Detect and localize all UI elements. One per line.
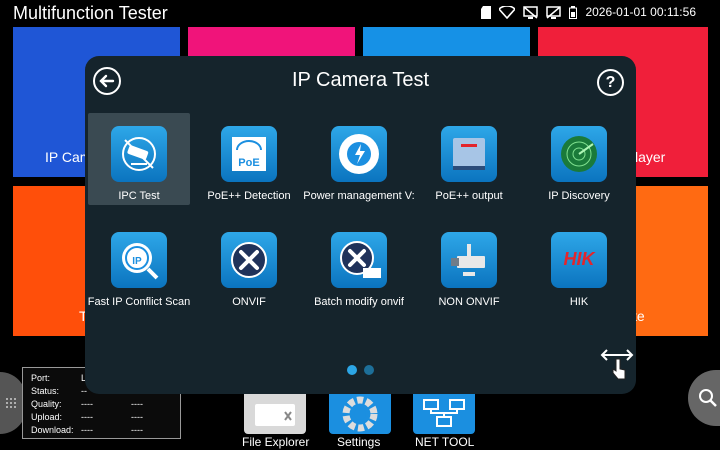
grip-icon bbox=[6, 398, 16, 408]
info-value-2: ---- bbox=[131, 412, 143, 422]
dock-net-tool[interactable] bbox=[413, 388, 475, 434]
hik-logo-icon: HIK bbox=[551, 232, 607, 288]
ip-camera-test-dialog: IP Camera Test ? IPC Test PoE PoE++ Dete… bbox=[85, 56, 636, 394]
poe-output-icon bbox=[441, 126, 497, 182]
dock-net-tool-label: NET TOOL bbox=[415, 435, 475, 449]
info-label: Download: bbox=[31, 425, 74, 435]
info-label: Port: bbox=[31, 373, 51, 383]
pointer-hand-icon bbox=[612, 358, 626, 380]
floating-search-button[interactable] bbox=[688, 370, 720, 426]
svg-text:PoE: PoE bbox=[238, 157, 259, 169]
menu-item-hik[interactable]: HIK HIK bbox=[528, 219, 630, 311]
poe-meter-icon: PoE bbox=[221, 126, 277, 182]
tile-label: layer bbox=[635, 149, 666, 165]
menu-item-label: PoE++ output bbox=[435, 190, 503, 202]
wifi-icon bbox=[499, 5, 516, 19]
menu-item-onvif[interactable]: ONVIF bbox=[198, 219, 300, 311]
radar-icon bbox=[551, 126, 607, 182]
cctv-camera-icon bbox=[111, 126, 167, 182]
dock-file-explorer[interactable] bbox=[244, 388, 306, 434]
batch-onvif-icon bbox=[331, 232, 387, 288]
dialog-title: IP Camera Test bbox=[291, 69, 430, 91]
status-datetime: 2026-01-01 00:11:56 bbox=[585, 5, 696, 19]
menu-item-non-onvif[interactable]: NON ONVIF bbox=[418, 219, 520, 311]
menu-item-power-management[interactable]: Power management V: bbox=[303, 113, 415, 205]
search-icon bbox=[699, 389, 717, 407]
power-management-icon bbox=[331, 126, 387, 182]
hik-logo-text: HIK bbox=[563, 249, 595, 269]
menu-item-poe-output[interactable]: PoE++ output bbox=[418, 113, 520, 205]
info-value-2: ---- bbox=[131, 425, 143, 435]
status-bar: 2026-01-01 00:11:56 bbox=[481, 4, 696, 20]
menu-item-poe-detection[interactable]: PoE PoE++ Detection bbox=[198, 113, 300, 205]
onvif-tools-icon bbox=[221, 232, 277, 288]
menu-item-label: IPC Test bbox=[118, 190, 160, 202]
top-bar: Multifunction Tester 2026-01-01 00:11:56 bbox=[0, 0, 720, 26]
page-indicator-dot-active[interactable] bbox=[347, 365, 357, 375]
menu-item-ip-discovery[interactable]: IP Discovery bbox=[528, 113, 630, 205]
ip-scan-icon: IP bbox=[111, 232, 167, 288]
dock-settings[interactable] bbox=[329, 388, 391, 434]
menu-item-label: NON ONVIF bbox=[438, 296, 500, 308]
info-label: Status: bbox=[31, 386, 60, 396]
info-value-2: ---- bbox=[131, 399, 143, 409]
question-mark-icon: ? bbox=[605, 74, 616, 91]
swipe-hint bbox=[600, 349, 634, 381]
info-label: Upload: bbox=[31, 412, 63, 422]
bullet-camera-icon bbox=[441, 232, 497, 288]
dock-file-explorer-label: File Explorer bbox=[242, 435, 310, 449]
info-label: Quality: bbox=[31, 399, 62, 409]
monitor-off-icon bbox=[546, 5, 562, 19]
screen-off-icon bbox=[523, 5, 539, 19]
info-value: -- bbox=[81, 386, 87, 396]
network-icon bbox=[423, 399, 465, 427]
menu-item-label: PoE++ Detection bbox=[207, 190, 291, 202]
page-indicator-dot[interactable] bbox=[364, 365, 374, 375]
sd-card-icon bbox=[481, 5, 492, 19]
menu-item-label: ONVIF bbox=[232, 296, 266, 308]
menu-item-label: Batch modify onvif bbox=[314, 296, 404, 308]
menu-item-ipc-test[interactable]: IPC Test bbox=[88, 113, 190, 205]
info-row-port: Port: bbox=[31, 373, 50, 383]
menu-item-label: IP Discovery bbox=[548, 190, 610, 202]
app-title: Multifunction Tester bbox=[13, 3, 168, 23]
battery-icon bbox=[569, 5, 578, 19]
info-value: ---- bbox=[81, 399, 93, 409]
svg-text:IP: IP bbox=[132, 256, 142, 267]
help-button[interactable]: ? bbox=[597, 69, 624, 96]
menu-item-label: HIK bbox=[569, 296, 589, 308]
menu-item-fast-ip-conflict-scan[interactable]: IP Fast IP Conflict Scan bbox=[88, 219, 190, 311]
menu-item-batch-modify-onvif[interactable]: Batch modify onvif bbox=[308, 219, 410, 311]
info-value: ---- bbox=[81, 412, 93, 422]
menu-item-label: Fast IP Conflict Scan bbox=[87, 296, 191, 308]
gear-icon bbox=[342, 396, 378, 432]
menu-item-label: Power management V: bbox=[303, 190, 415, 202]
info-value: ---- bbox=[81, 425, 93, 435]
dock-settings-label: Settings bbox=[337, 435, 381, 449]
folder-icon bbox=[255, 404, 295, 426]
